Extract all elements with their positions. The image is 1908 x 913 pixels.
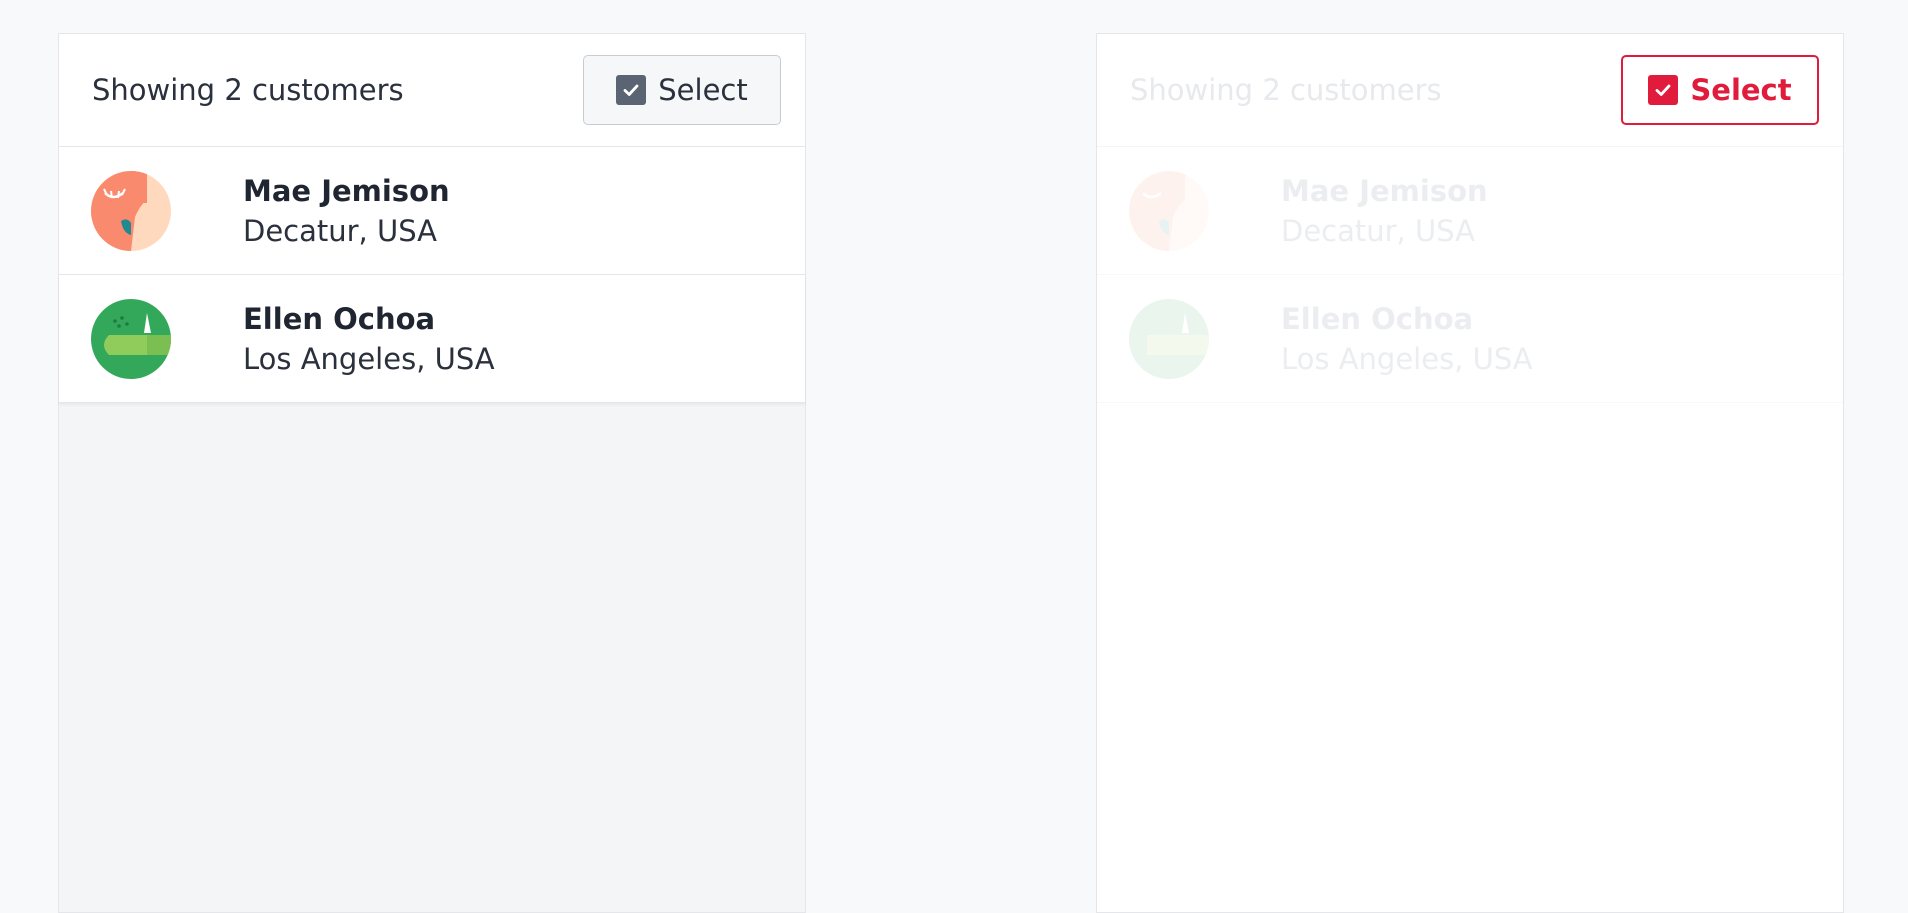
avatar — [1129, 170, 1209, 251]
customer-list: Mae Jemison Decatur, USA Ellen Ochoa Los… — [59, 147, 805, 403]
customer-name: Mae Jemison — [1281, 173, 1488, 208]
customer-row[interactable]: Ellen Ochoa Los Angeles, USA — [1097, 275, 1843, 403]
avatar — [91, 170, 171, 251]
customer-count: Showing 2 customers — [1130, 73, 1442, 107]
customer-name: Ellen Ochoa — [1281, 301, 1474, 336]
select-button[interactable]: Select — [583, 55, 781, 125]
customer-name: Ellen Ochoa — [243, 301, 436, 336]
customer-location: Los Angeles, USA — [1281, 341, 1533, 376]
list-header: Showing 2 customers Select — [1097, 34, 1843, 147]
customer-list-panel: Showing 2 customers Select Mae Jemison D… — [58, 33, 806, 913]
customer-name: Mae Jemison — [243, 173, 450, 208]
customer-list-panel-selecting: Showing 2 customers Select Mae Jemison D… — [1096, 33, 1844, 913]
avatar-orange-illustration-icon — [91, 170, 171, 251]
checkbox-checked-icon — [616, 75, 647, 105]
avatar-orange-illustration-icon — [1129, 170, 1209, 251]
avatar-green-illustration-icon — [1129, 298, 1209, 379]
select-button-label: Select — [658, 73, 748, 107]
customer-location: Decatur, USA — [1281, 213, 1476, 248]
select-button-active[interactable]: Select — [1621, 55, 1819, 125]
select-button-label: Select — [1690, 73, 1792, 107]
avatar-green-illustration-icon — [91, 298, 171, 379]
customer-location: Decatur, USA — [243, 213, 438, 248]
avatar — [1129, 298, 1209, 379]
checkbox-checked-icon — [1648, 75, 1679, 105]
list-header: Showing 2 customers Select — [59, 34, 805, 147]
customer-row[interactable]: Mae Jemison Decatur, USA — [59, 147, 805, 275]
customer-row[interactable]: Ellen Ochoa Los Angeles, USA — [59, 275, 805, 403]
customer-location: Los Angeles, USA — [243, 341, 495, 376]
customer-list: Mae Jemison Decatur, USA Ellen Ochoa Los… — [1097, 147, 1843, 403]
avatar — [91, 298, 171, 379]
customer-count: Showing 2 customers — [92, 73, 404, 107]
customer-row[interactable]: Mae Jemison Decatur, USA — [1097, 147, 1843, 275]
